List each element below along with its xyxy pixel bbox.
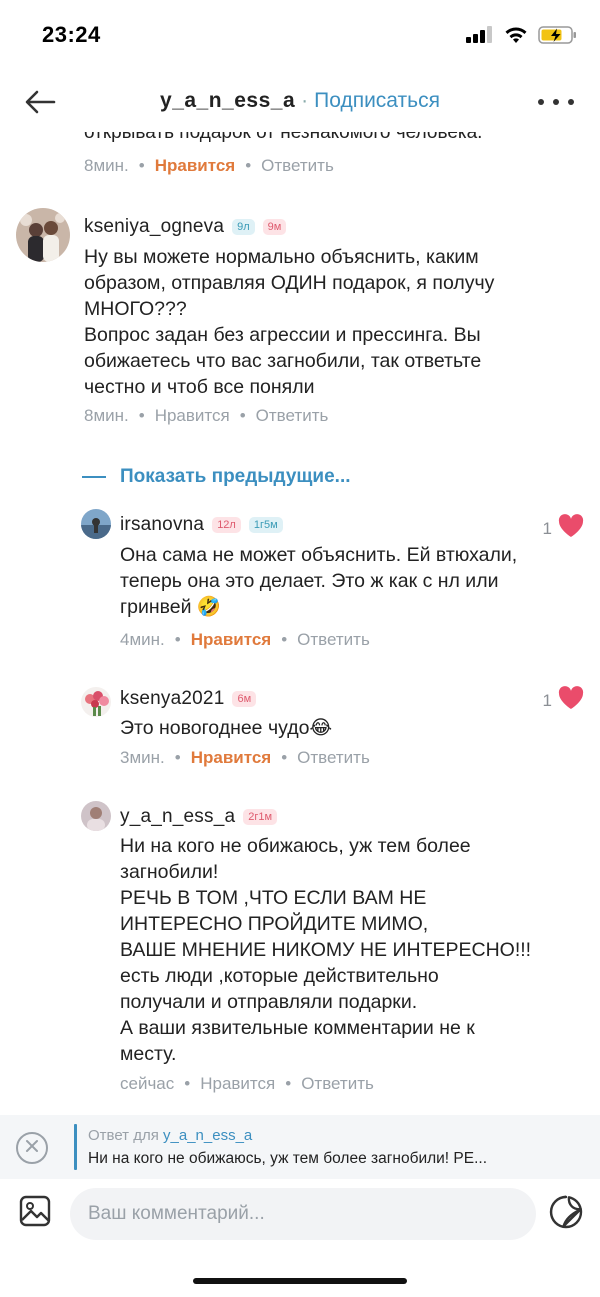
partial-comment-meta: 8мин. • Нравится • Ответить xyxy=(84,156,334,176)
reply-meta: 4мин. • Нравится • Ответить xyxy=(120,630,370,650)
status-time: 23:24 xyxy=(42,22,101,47)
comment-time: 8мин. xyxy=(84,406,129,425)
meta-separator: • xyxy=(239,406,246,425)
image-icon xyxy=(18,1195,52,1232)
meta-separator: • xyxy=(245,156,252,175)
comment-input[interactable] xyxy=(70,1188,536,1240)
badge: 6м xyxy=(232,691,257,707)
comment-time: 8мин. xyxy=(84,156,129,175)
reply-header: ksenya2021 6м xyxy=(120,688,257,710)
reply-prefix: Ответ для xyxy=(88,1127,159,1144)
meta-separator: • xyxy=(281,630,288,649)
header-username[interactable]: y_a_n_ess_a xyxy=(160,89,295,112)
reply-username[interactable]: irsanovna xyxy=(120,514,204,536)
show-previous-button[interactable]: Показать предыдущие... xyxy=(82,466,351,488)
reply-username[interactable]: y_a_n_ess_a xyxy=(120,806,235,828)
more-button[interactable] xyxy=(538,90,574,114)
avatar[interactable] xyxy=(81,801,111,831)
reply-button[interactable]: Ответить xyxy=(256,406,329,426)
meta-separator: • xyxy=(174,748,181,767)
comment-input-bar xyxy=(0,1180,600,1250)
cancel-reply-button[interactable] xyxy=(16,1132,48,1164)
meta-separator: • xyxy=(174,630,181,649)
meta-separator: • xyxy=(138,406,145,425)
comment-username[interactable]: kseniya_ogneva xyxy=(84,216,224,238)
more-dot xyxy=(568,99,574,105)
reply-target-username: y_a_n_ess_a xyxy=(163,1127,253,1144)
reply-preview-text: Ни на кого не обижаюсь, уж тем более заг… xyxy=(88,1150,488,1167)
home-indicator xyxy=(193,1278,407,1284)
header-separator: · xyxy=(301,89,309,112)
reply-text: Ни на кого не обижаюсь, уж тем более заг… xyxy=(120,835,532,1065)
comment-time: сейчас xyxy=(120,1074,175,1093)
reply-accent-line xyxy=(74,1124,77,1170)
like-button[interactable]: Нравится xyxy=(155,156,236,176)
meta-separator: • xyxy=(138,156,145,175)
attach-image-button[interactable] xyxy=(18,1194,52,1228)
meta-separator: • xyxy=(184,1074,191,1093)
reply-context-bar: Ответ для y_a_n_ess_a Ни на кого не обиж… xyxy=(0,1115,600,1179)
status-icons xyxy=(466,25,578,50)
badge: 2г1м xyxy=(243,809,278,825)
heart-icon[interactable] xyxy=(558,514,584,543)
show-previous-label: Показать предыдущие... xyxy=(120,466,351,487)
signal-icon xyxy=(466,26,494,49)
avatar[interactable] xyxy=(81,509,111,539)
like-button[interactable]: Нравится xyxy=(200,1074,275,1094)
reply-title: Ответ для y_a_n_ess_a xyxy=(88,1127,252,1144)
reply-button[interactable]: Ответить xyxy=(297,630,370,650)
reply-button[interactable]: Ответить xyxy=(301,1074,374,1094)
like-count: 1 xyxy=(542,518,552,538)
heart-icon[interactable] xyxy=(558,686,584,715)
sticker-button[interactable] xyxy=(548,1194,584,1230)
comment-header: kseniya_ogneva 9л 9м xyxy=(84,216,287,238)
avatar[interactable] xyxy=(81,687,111,717)
badge: 1г5м xyxy=(248,517,283,533)
badge: 9л xyxy=(232,219,255,235)
reply-meta: 3мин. • Нравится • Ответить xyxy=(120,748,370,768)
comment-meta: 8мин. • Нравится • Ответить xyxy=(84,406,328,426)
badge: 9м xyxy=(262,219,287,235)
header: y_a_n_ess_a · Подписаться xyxy=(0,72,600,132)
more-dot xyxy=(538,99,544,105)
reply-text: Это новогоднее чудо😂 xyxy=(120,717,333,739)
meta-separator: • xyxy=(281,748,288,767)
reply-meta: сейчас • Нравится • Ответить xyxy=(120,1074,374,1094)
reply-button[interactable]: Ответить xyxy=(261,156,334,176)
header-title: y_a_n_ess_a · Подписаться xyxy=(0,89,600,113)
more-dot xyxy=(553,99,559,105)
like-button[interactable]: Нравится xyxy=(191,748,272,768)
close-icon xyxy=(25,1139,39,1158)
reply-header: irsanovna 12л 1г5м xyxy=(120,514,283,536)
badge: 12л xyxy=(212,517,241,533)
like-count-group: 1 xyxy=(543,686,584,715)
meta-separator: • xyxy=(285,1074,292,1093)
reply-button[interactable]: Ответить xyxy=(297,748,370,768)
status-bar: 23:24 xyxy=(0,0,600,72)
comment-text: Ну вы можете нормально объяснить, каким … xyxy=(84,246,495,398)
sticker-icon xyxy=(548,1195,584,1234)
like-button[interactable]: Нравится xyxy=(155,406,230,426)
like-count-group: 1 xyxy=(543,514,584,543)
reply-text: Она сама не может объяснить. Ей втюхали,… xyxy=(120,544,518,618)
reply-header: y_a_n_ess_a 2г1м xyxy=(120,806,278,828)
comment-time: 4мин. xyxy=(120,630,165,649)
like-button[interactable]: Нравится xyxy=(191,630,272,650)
show-previous-line xyxy=(82,476,106,478)
comment-time: 3мин. xyxy=(120,748,165,767)
battery-icon xyxy=(538,25,578,50)
like-count: 1 xyxy=(542,690,552,710)
avatar[interactable] xyxy=(16,208,70,262)
subscribe-button[interactable]: Подписаться xyxy=(314,89,440,112)
wifi-icon xyxy=(504,26,528,49)
reply-username[interactable]: ksenya2021 xyxy=(120,688,224,710)
